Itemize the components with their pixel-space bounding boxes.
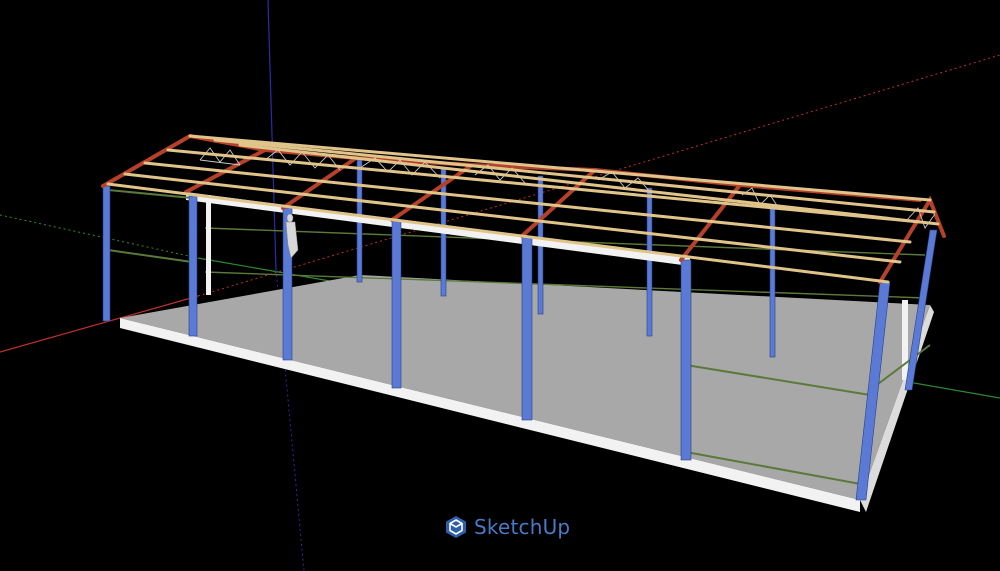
watermark-text: SketchUp <box>474 515 571 539</box>
model-viewport[interactable] <box>0 0 1000 571</box>
sketchup-watermark: SketchUp <box>444 512 570 542</box>
scale-figure-head[interactable] <box>286 213 294 223</box>
front-column-6[interactable] <box>680 259 692 461</box>
front-column-2[interactable] <box>188 195 198 337</box>
front-column-4[interactable] <box>391 219 402 389</box>
front-column-5[interactable] <box>521 235 533 421</box>
white-post-right[interactable] <box>902 300 908 380</box>
front-column-1[interactable] <box>102 185 111 322</box>
back-column-4[interactable] <box>646 187 653 337</box>
white-post-left[interactable] <box>206 195 211 295</box>
sketchup-logo-icon <box>446 516 466 538</box>
